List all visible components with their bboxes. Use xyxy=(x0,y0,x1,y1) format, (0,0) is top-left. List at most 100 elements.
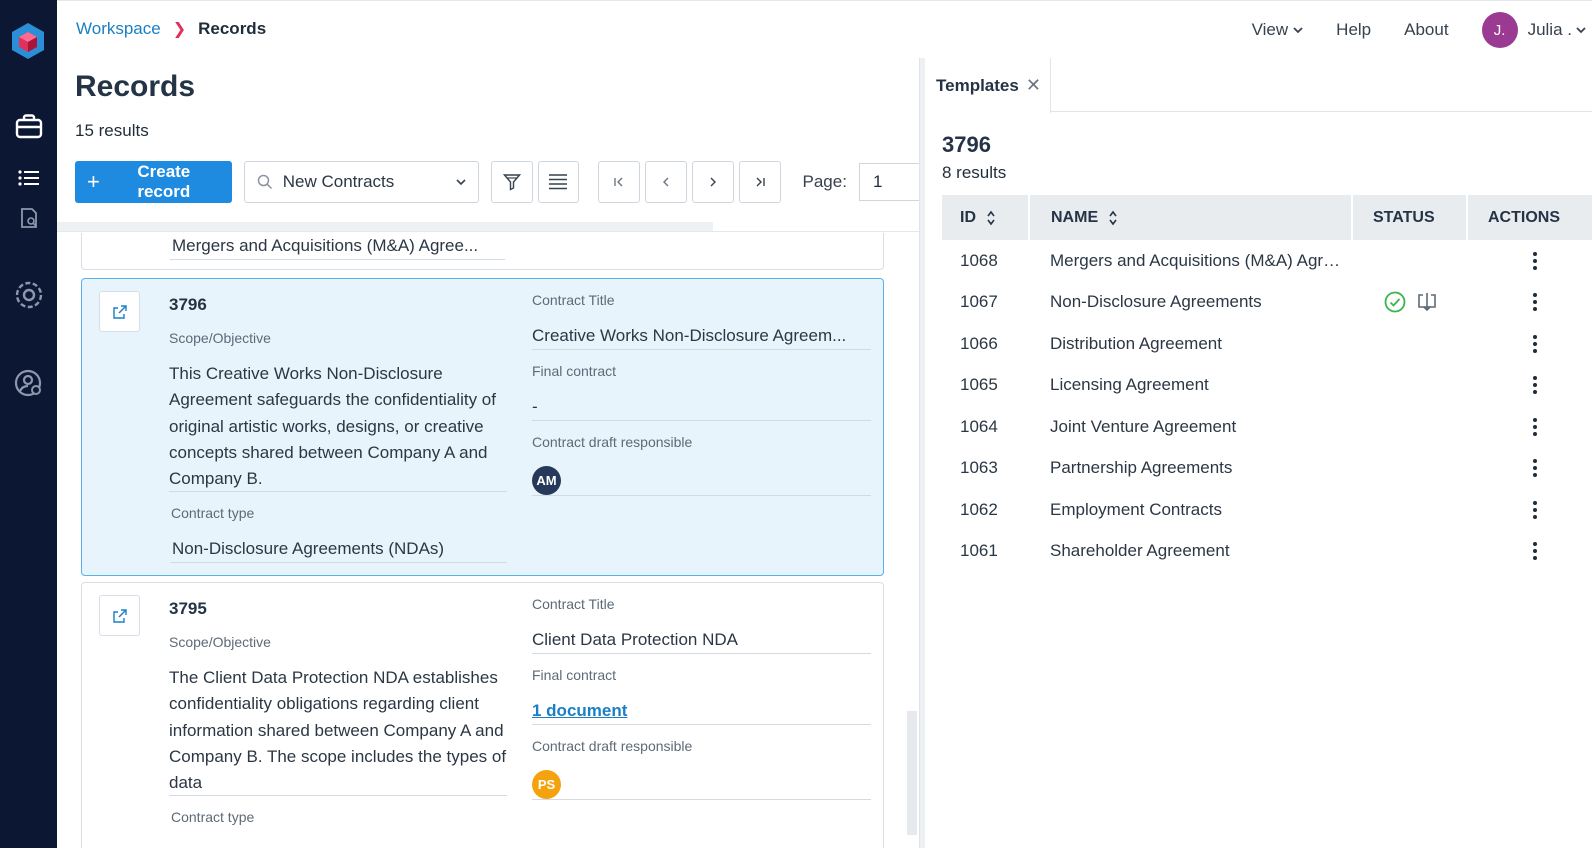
last-page-icon xyxy=(756,177,765,187)
template-name-cell: Mergers and Acquisitions (M&A) Agree... xyxy=(1029,240,1352,282)
template-name-cell: Joint Venture Agreement xyxy=(1029,406,1352,448)
templates-result-count: 8 results xyxy=(942,163,1007,182)
column-header-actions: ACTIONS xyxy=(1467,195,1592,240)
view-selector-value: New Contracts xyxy=(282,172,395,191)
records-panel: Records 15 results + Create record New C… xyxy=(57,58,919,848)
template-actions-cell xyxy=(1467,365,1592,407)
table-row[interactable]: 1063 Partnership Agreements xyxy=(942,448,1592,490)
template-name[interactable]: Mergers and Acquisitions (M&A) Agree... xyxy=(1050,251,1345,271)
breadcrumb-chevron-icon: ❯ xyxy=(172,21,187,38)
templates-table-body: 1068 Mergers and Acquisitions (M&A) Agree… xyxy=(942,240,1592,572)
table-row[interactable]: 1062 Employment Contracts xyxy=(942,489,1592,531)
previous-page-button[interactable] xyxy=(645,161,687,203)
density-button[interactable] xyxy=(537,161,580,203)
template-id-cell: 1061 xyxy=(960,541,998,561)
next-page-button[interactable] xyxy=(691,161,734,203)
filter-button[interactable] xyxy=(490,161,533,203)
template-id-cell: 1062 xyxy=(960,499,998,519)
app-logo-icon[interactable] xyxy=(10,22,46,60)
more-actions-icon[interactable] xyxy=(1525,251,1545,270)
table-row[interactable]: 1061 Shareholder Agreement xyxy=(942,531,1592,573)
last-page-button[interactable] xyxy=(738,161,781,203)
template-status-cell xyxy=(1352,489,1467,531)
final-contract-document-link[interactable]: 1 document xyxy=(532,701,627,720)
user-avatar[interactable]: J. xyxy=(1481,12,1518,48)
table-row[interactable]: 1064 Joint Venture Agreement xyxy=(942,406,1592,448)
template-name[interactable]: Joint Venture Agreement xyxy=(1050,417,1345,437)
table-row[interactable]: 1067 Non-Disclosure Agreements xyxy=(942,282,1592,324)
column-header-name-label: NAME xyxy=(1051,208,1099,226)
more-actions-icon[interactable] xyxy=(1525,500,1545,519)
view-menu[interactable]: View xyxy=(1252,20,1304,40)
chevron-down-icon xyxy=(1293,26,1303,33)
page-number-input[interactable] xyxy=(858,163,919,201)
template-name[interactable]: Licensing Agreement xyxy=(1050,375,1345,395)
user-settings-icon[interactable] xyxy=(0,364,57,404)
close-icon[interactable]: ✕ xyxy=(1026,75,1041,96)
record-card-partial[interactable]: Mergers and Acquisitions (M&A) Agree... xyxy=(81,233,884,270)
user-menu[interactable]: Julia . xyxy=(1528,20,1586,40)
external-link-icon xyxy=(112,304,127,319)
table-row[interactable]: 1066 Distribution Agreement xyxy=(942,323,1592,365)
top-bar: Workspace ❯ Records View Help About J. J… xyxy=(57,0,1592,58)
final-contract-field: 1 document xyxy=(532,698,871,725)
more-actions-icon[interactable] xyxy=(1525,293,1545,312)
tab-templates[interactable]: Templates ✕ xyxy=(925,58,1051,113)
template-name[interactable]: Partnership Agreements xyxy=(1050,458,1345,478)
search-icon xyxy=(257,174,272,190)
more-actions-icon[interactable] xyxy=(1525,542,1545,561)
template-name-cell: Distribution Agreement xyxy=(1029,323,1352,365)
column-header-name[interactable]: NAME xyxy=(1029,195,1353,240)
template-name[interactable]: Distribution Agreement xyxy=(1050,334,1345,354)
contract-title-label: Contract Title xyxy=(532,596,615,612)
sort-icon[interactable] xyxy=(986,210,996,226)
table-row[interactable]: 1065 Licensing Agreement xyxy=(942,365,1592,407)
scope-value: The Client Data Protection NDA establish… xyxy=(169,665,507,796)
template-actions-cell xyxy=(1467,240,1592,282)
chevron-left-icon xyxy=(663,177,669,187)
column-header-id[interactable]: ID xyxy=(942,195,1030,240)
vertical-scrollbar[interactable] xyxy=(907,711,917,835)
templates-panel: Templates ✕ 3796 8 results ID NAME STATU… xyxy=(925,58,1592,848)
horizontal-scrollbar[interactable] xyxy=(57,222,919,232)
template-status-cell xyxy=(1352,365,1467,407)
more-actions-icon[interactable] xyxy=(1525,376,1545,395)
template-name[interactable]: Non-Disclosure Agreements xyxy=(1050,292,1345,312)
create-record-button[interactable]: + Create record xyxy=(75,161,232,203)
more-actions-icon[interactable] xyxy=(1525,417,1545,436)
table-row[interactable]: 1068 Mergers and Acquisitions (M&A) Agree… xyxy=(942,240,1592,282)
responsible-avatar[interactable]: PS xyxy=(532,770,561,799)
open-record-button[interactable] xyxy=(99,291,140,332)
help-link[interactable]: Help xyxy=(1336,20,1371,40)
about-link[interactable]: About xyxy=(1404,20,1448,40)
document-search-icon[interactable] xyxy=(0,198,57,238)
view-menu-label: View xyxy=(1251,20,1289,39)
contract-type-value: Non-Disclosure Agreements (NDAs) xyxy=(170,536,507,563)
template-name[interactable]: Shareholder Agreement xyxy=(1050,541,1345,561)
record-card-3795[interactable]: 3795 Scope/Objective The Client Data Pro… xyxy=(81,582,884,848)
scope-value: This Creative Works Non-Disclosure Agree… xyxy=(169,361,507,492)
settings-gear-icon[interactable] xyxy=(0,275,57,315)
result-count: 15 results xyxy=(75,121,149,140)
page-title: Records xyxy=(75,70,196,103)
template-name-cell: Shareholder Agreement xyxy=(1029,531,1352,573)
more-actions-icon[interactable] xyxy=(1525,459,1545,478)
more-actions-icon[interactable] xyxy=(1525,334,1545,353)
template-id-cell: 1063 xyxy=(960,458,998,478)
sort-icon[interactable] xyxy=(1108,210,1118,226)
template-actions-cell xyxy=(1467,448,1592,490)
first-page-button[interactable] xyxy=(598,161,641,203)
view-selector[interactable]: New Contracts xyxy=(243,161,479,203)
breadcrumb-workspace-link[interactable]: Workspace xyxy=(76,19,161,39)
template-actions-cell xyxy=(1467,489,1592,531)
list-icon[interactable] xyxy=(0,158,57,198)
chevron-down-icon xyxy=(1576,26,1586,33)
open-record-button[interactable] xyxy=(99,595,140,636)
record-card-3796[interactable]: 3796 Scope/Objective This Creative Works… xyxy=(81,278,884,576)
responsible-avatar[interactable]: AM xyxy=(532,466,561,495)
download-icon[interactable] xyxy=(1416,291,1438,313)
template-name-cell: Licensing Agreement xyxy=(1029,365,1352,407)
briefcase-icon[interactable] xyxy=(0,106,57,146)
template-name[interactable]: Employment Contracts xyxy=(1050,500,1345,520)
horizontal-scrollbar-thumb[interactable] xyxy=(57,222,713,231)
